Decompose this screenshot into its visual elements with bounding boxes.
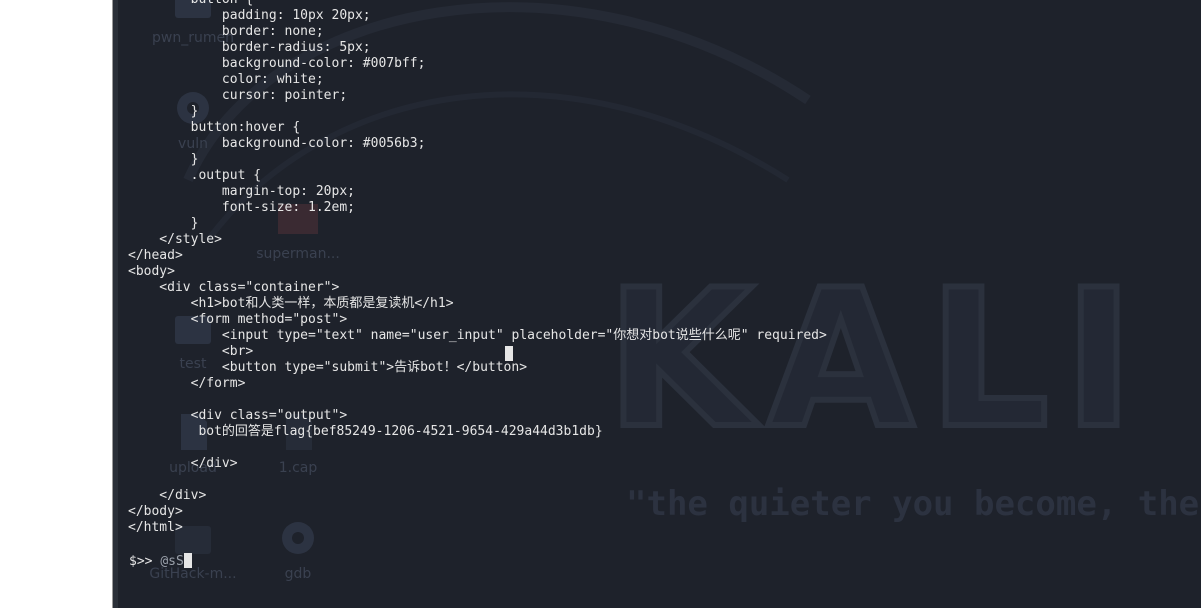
code-line: } [128,104,199,119]
code-line: } [128,152,199,167]
terminal-window[interactable]: pwn_rumen vuln superman... test upload 1… [113,0,1201,608]
terminal-prompt[interactable]: $>> @sS [129,553,192,570]
code-line: .output { [128,168,262,183]
code-line: padding: 10px 20px; [128,8,371,23]
code-line: border: none; [128,24,324,39]
mouse-text-cursor [505,346,513,361]
code-line: </div> [128,456,238,471]
code-line: </head> [128,248,183,263]
desktop-icon-label: gdb [284,566,312,582]
code-line: <input type="text" name="user_input" pla… [128,328,827,343]
prompt-symbol: $>> [129,554,153,569]
code-line: </html> [128,520,183,535]
code-line: <button type="submit">告诉bot！</button> [128,360,528,375]
terminal-output: button { padding: 10px 20px; border: non… [128,0,827,536]
code-line: <br> [128,344,254,359]
code-line: <form method="post"> [128,312,348,327]
code-line: background-color: #007bff; [128,56,426,71]
code-line: button { [128,0,827,8]
code-line: background-color: #0056b3; [128,136,426,151]
code-line: color: white; [128,72,324,87]
code-line: font-size: 1.2em; [128,200,355,215]
code-line: </style> [128,232,222,247]
code-line: <div class="output"> [128,408,348,423]
prompt-input[interactable]: @sS [160,554,183,569]
code-line: border-radius: 5px; [128,40,371,55]
code-line: <h1>bot和人类一样，本质都是复读机</h1> [128,296,454,311]
terminal-cursor [183,553,192,568]
code-line: margin-top: 20px; [128,184,355,199]
code-line: <div class="container"> [128,280,340,295]
flag-output-line: bot的回答是flag{bef85249-1206-4521-9654-429a… [128,424,603,439]
code-line: </body> [128,504,183,519]
code-line: } [128,216,199,231]
code-line: </form> [128,376,246,391]
code-line: button:hover { [128,120,301,135]
code-line: </div> [128,488,207,503]
code-line: cursor: pointer; [128,88,348,103]
code-line: <body> [128,264,175,279]
left-panel [0,0,113,608]
